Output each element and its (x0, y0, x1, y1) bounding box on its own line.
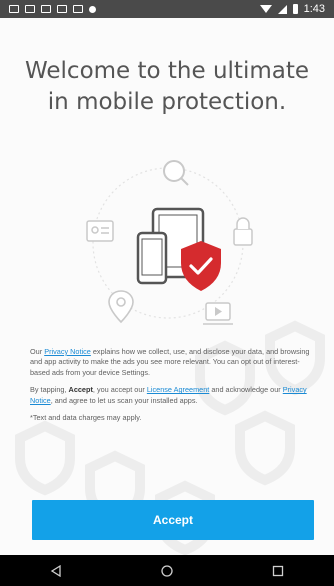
status-time: 1:43 (303, 3, 325, 15)
location-icon (108, 290, 134, 324)
legal-text: , and agree to let us scan your installe… (50, 395, 198, 405)
search-icon (163, 160, 189, 186)
recents-icon (273, 565, 284, 576)
recents-button[interactable] (258, 555, 298, 586)
legal-notice: Our Privacy Notice explains how we colle… (30, 347, 317, 430)
circle-dot-icon (89, 5, 96, 13)
legal-text: Our (30, 347, 45, 356)
phone-icon (136, 231, 168, 285)
privacy-notice-link[interactable]: Privacy Notice (44, 347, 91, 356)
mail-icon (41, 5, 51, 13)
wifi-icon (259, 5, 272, 13)
battery-icon (292, 4, 298, 14)
signal-icon (277, 4, 287, 14)
status-bar: 1:43 (0, 0, 334, 18)
lock-icon (233, 217, 253, 246)
sd-card-icon (73, 5, 83, 13)
notification-icon (9, 5, 19, 13)
protection-illustration (86, 160, 253, 325)
id-card-icon (86, 220, 114, 242)
welcome-headline: Welcome to the ultimate in mobile protec… (24, 58, 310, 115)
privacy-paragraph: Our Privacy Notice explains how we colle… (30, 347, 317, 378)
image-icon (57, 5, 67, 13)
notification-icons (9, 5, 96, 13)
home-button[interactable] (147, 555, 187, 586)
video-icon (203, 302, 233, 325)
accept-terms-paragraph: By tapping, Accept, you accept our Licen… (30, 385, 317, 406)
home-icon (161, 564, 173, 577)
shield-check-icon (181, 241, 221, 291)
system-icons: 1:43 (259, 3, 325, 15)
welcome-screen: Welcome to the ultimate in mobile protec… (0, 18, 334, 555)
navigation-bar (0, 555, 334, 586)
legal-text: , you accept our (92, 385, 147, 395)
back-icon (50, 564, 61, 577)
charges-note: *Text and data charges may apply. (30, 413, 142, 423)
accept-emphasis: Accept (68, 385, 93, 395)
legal-text: By tapping, (30, 385, 69, 395)
mail-icon (25, 5, 35, 13)
legal-text: and acknowledge our (209, 385, 283, 395)
accept-button[interactable]: Accept (32, 500, 314, 540)
license-agreement-link[interactable]: License Agreement (147, 385, 209, 394)
back-button[interactable] (36, 555, 76, 586)
